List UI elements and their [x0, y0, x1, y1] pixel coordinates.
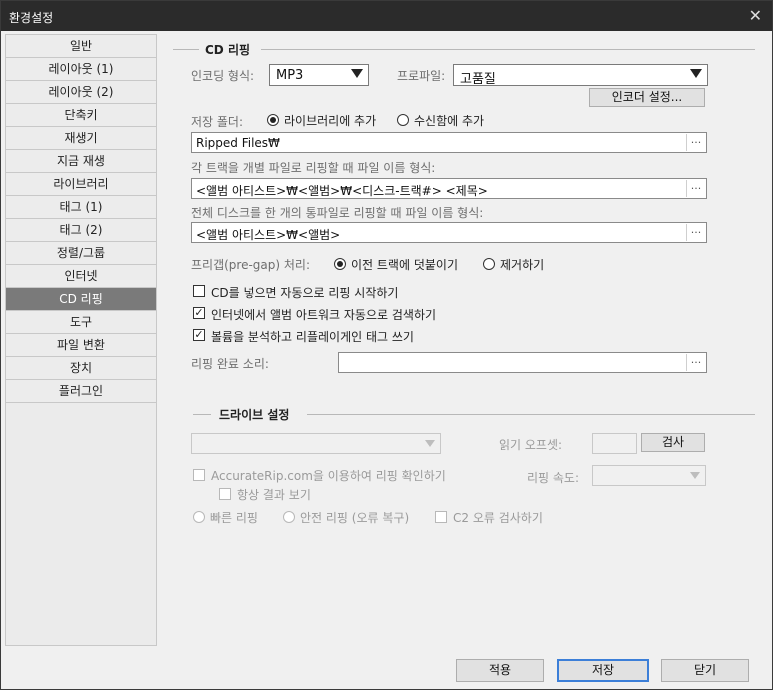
- sidebar-item[interactable]: 단축키: [6, 104, 156, 127]
- sidebar-item[interactable]: 재생기: [6, 127, 156, 150]
- detect-offset-button[interactable]: 검사: [641, 433, 705, 452]
- rip-speed-label: 리핑 속도:: [527, 471, 580, 485]
- replaygain-label: 볼륨을 분석하고 리플레이게인 태그 쓰기: [211, 330, 414, 344]
- close-button[interactable]: 닫기: [661, 659, 749, 682]
- save-folder-value: Ripped Files₩: [196, 136, 280, 150]
- auto-rip-checkbox[interactable]: [193, 285, 205, 297]
- secure-rip-label: 안전 리핑 (오류 복구): [300, 511, 410, 525]
- pregap-append-radio[interactable]: [334, 258, 346, 270]
- sidebar-item[interactable]: 인터넷: [6, 265, 156, 288]
- encoding-format-select[interactable]: MP3: [269, 64, 369, 86]
- chevron-down-icon: [690, 472, 700, 479]
- section-divider-right: [261, 49, 755, 50]
- sidebar-item[interactable]: 태그 (2): [6, 219, 156, 242]
- pregap-remove-radio[interactable]: [483, 258, 495, 270]
- secure-rip-radio[interactable]: [283, 511, 295, 523]
- section-title-drive: 드라이브 설정: [219, 408, 290, 422]
- encoder-settings-button[interactable]: 인코더 설정...: [589, 88, 705, 107]
- whole-disc-format-label: 전체 디스크를 한 개의 통파일로 리핑할 때 파일 이름 형식:: [191, 206, 484, 220]
- save-button[interactable]: 저장: [557, 659, 649, 682]
- whole-disc-format-input[interactable]: <앨범 아티스트>₩<앨범> ...: [191, 222, 707, 243]
- read-offset-input[interactable]: [592, 433, 637, 454]
- fast-rip-radio[interactable]: [193, 511, 205, 523]
- close-icon[interactable]: ✕: [749, 6, 762, 25]
- section-title-cd-ripping: CD 리핑: [205, 43, 251, 57]
- section-divider-left: [173, 49, 199, 50]
- settings-sidebar: 일반 레이아웃 (1) 레이아웃 (2) 단축키 재생기 지금 재생 라이브러리 태그 (1)…: [5, 34, 157, 646]
- sidebar-item[interactable]: 레이아웃 (1): [6, 58, 156, 81]
- dialog-footer: 적용 저장 닫기: [1, 649, 772, 689]
- encoding-format-value: MP3: [276, 68, 304, 83]
- accuraterip-checkbox[interactable]: [193, 469, 205, 481]
- save-library-radio[interactable]: [267, 114, 279, 126]
- window-title: 환경설정: [9, 11, 54, 25]
- per-track-format-input[interactable]: <앨범 아티스트>₩<앨범>₩<디스크-트랙#> <제목> ...: [191, 178, 707, 199]
- sidebar-item[interactable]: 일반: [6, 35, 156, 58]
- apply-button[interactable]: 적용: [456, 659, 544, 682]
- read-offset-label: 읽기 오프셋:: [499, 438, 563, 452]
- chevron-down-icon: [425, 440, 435, 447]
- browse-button[interactable]: ...: [686, 134, 705, 151]
- sidebar-item[interactable]: 정렬/그룹: [6, 242, 156, 265]
- section-divider-right: [307, 414, 755, 415]
- save-folder-input[interactable]: Ripped Files₩ ...: [191, 132, 707, 153]
- fast-rip-label: 빠른 리핑: [210, 511, 258, 525]
- drive-select[interactable]: [191, 433, 441, 454]
- pregap-label: 프리갭(pre-gap) 처리:: [191, 258, 311, 272]
- accuraterip-label: AccurateRip.com을 이용하여 리핑 확인하기: [211, 469, 446, 483]
- profile-value: 고품질: [460, 72, 496, 87]
- profile-label: 프로파일:: [397, 69, 446, 83]
- sidebar-item[interactable]: 플러그인: [6, 380, 156, 403]
- c2-check-checkbox[interactable]: [435, 511, 447, 523]
- rip-speed-select[interactable]: [592, 465, 706, 486]
- sidebar-item[interactable]: 도구: [6, 311, 156, 334]
- artwork-search-label: 인터넷에서 앨범 아트워크 자동으로 검색하기: [211, 308, 437, 322]
- sidebar-item[interactable]: CD 리핑: [6, 288, 156, 311]
- save-inbox-radio[interactable]: [397, 114, 409, 126]
- chevron-down-icon: [690, 69, 702, 78]
- encoding-format-label: 인코딩 형식:: [191, 69, 255, 83]
- complete-sound-input[interactable]: ...: [338, 352, 707, 373]
- browse-button[interactable]: ...: [686, 180, 705, 197]
- cd-ripping-panel: CD 리핑 인코딩 형식: MP3 프로파일: 고품질 인코더 설정... 저장…: [157, 34, 770, 646]
- per-track-format-value: <앨범 아티스트>₩<앨범>₩<디스크-트랙#> <제목>: [196, 184, 488, 198]
- save-inbox-label: 수신함에 추가: [414, 114, 485, 128]
- title-bar: 환경설정 ✕: [1, 1, 772, 31]
- per-track-format-label: 각 트랙을 개별 파일로 리핑할 때 파일 이름 형식:: [191, 161, 436, 175]
- replaygain-checkbox[interactable]: ✓: [193, 329, 205, 341]
- whole-disc-format-value: <앨범 아티스트>₩<앨범>: [196, 228, 341, 242]
- always-show-results-checkbox[interactable]: [219, 488, 231, 500]
- preferences-window: 환경설정 ✕ 일반 레이아웃 (1) 레이아웃 (2) 단축키 재생기 지금 재생 라이브러…: [0, 0, 773, 690]
- always-show-results-label: 항상 결과 보기: [237, 488, 311, 502]
- auto-rip-label: CD를 넣으면 자동으로 리핑 시작하기: [211, 286, 399, 300]
- sidebar-item[interactable]: 장치: [6, 357, 156, 380]
- profile-select[interactable]: 고품질: [453, 64, 708, 87]
- sidebar-item[interactable]: 파일 변환: [6, 334, 156, 357]
- artwork-search-checkbox[interactable]: ✓: [193, 307, 205, 319]
- complete-sound-label: 리핑 완료 소리:: [191, 357, 269, 371]
- section-divider-left: [193, 414, 211, 415]
- pregap-remove-label: 제거하기: [500, 258, 545, 272]
- save-folder-label: 저장 폴더:: [191, 115, 244, 129]
- sidebar-item[interactable]: 지금 재생: [6, 150, 156, 173]
- sidebar-item[interactable]: 라이브러리: [6, 173, 156, 196]
- browse-button[interactable]: ...: [686, 224, 705, 241]
- browse-button[interactable]: ...: [686, 354, 705, 371]
- sidebar-item[interactable]: 레이아웃 (2): [6, 81, 156, 104]
- save-library-label: 라이브러리에 추가: [284, 114, 377, 128]
- c2-check-label: C2 오류 검사하기: [453, 511, 543, 525]
- pregap-append-label: 이전 트랙에 덧붙이기: [351, 258, 458, 272]
- chevron-down-icon: [351, 69, 363, 78]
- sidebar-item[interactable]: 태그 (1): [6, 196, 156, 219]
